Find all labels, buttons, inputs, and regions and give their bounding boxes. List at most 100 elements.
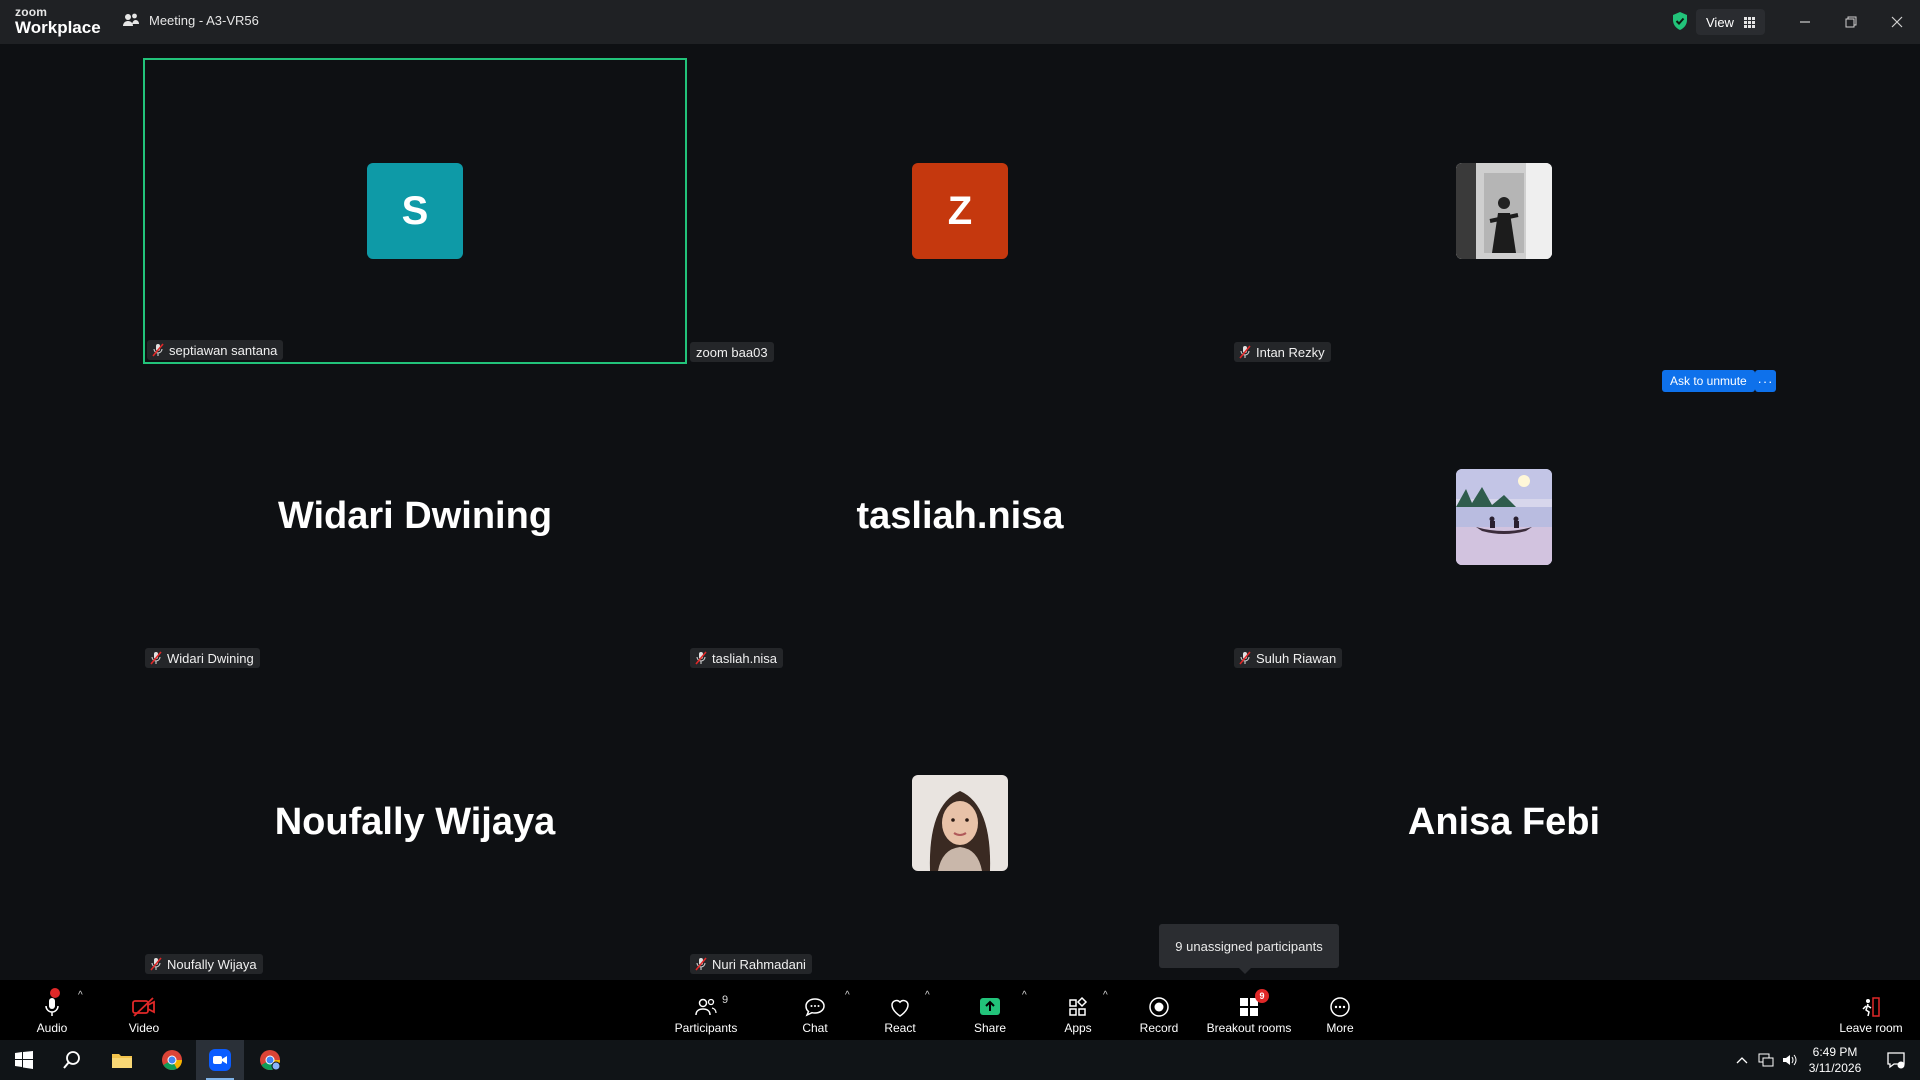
avatar: Z: [912, 163, 1008, 259]
name-tag-label: Suluh Riawan: [1256, 650, 1337, 666]
name-tag: Intan Rezky: [1234, 342, 1331, 362]
video-button[interactable]: Video: [122, 980, 166, 1040]
zoom-taskbar-icon[interactable]: [196, 1040, 244, 1080]
share-options-chevron-icon[interactable]: ^: [1022, 990, 1027, 1001]
breakout-count-badge: 9: [1255, 989, 1269, 1003]
react-button[interactable]: React: [880, 980, 920, 1040]
chat-label: Chat: [802, 1021, 828, 1035]
clock-time: 6:49 PM: [1812, 1045, 1858, 1059]
muted-mic-icon: [1239, 345, 1251, 359]
record-button[interactable]: Record: [1138, 980, 1180, 1040]
notification-center-icon[interactable]: [1872, 1040, 1920, 1080]
chrome-icon[interactable]: [148, 1040, 196, 1080]
name-tag-label: septiawan santana: [169, 342, 278, 358]
share-button[interactable]: Share: [970, 980, 1010, 1040]
more-label: More: [1326, 1021, 1354, 1035]
heart-icon: [891, 999, 909, 1017]
bw-portrait-photo: [1456, 163, 1552, 259]
chrome-profile-icon[interactable]: [246, 1040, 294, 1080]
windows-start-icon[interactable]: [0, 1040, 48, 1080]
name-tag: Widari Dwining: [145, 648, 260, 668]
name-tag-label: Widari Dwining: [167, 650, 254, 666]
display-name: Noufally Wijaya: [274, 801, 556, 843]
name-tag: septiawan santana: [147, 340, 284, 360]
muted-mic-icon: [150, 957, 162, 971]
record-icon: [1149, 997, 1169, 1017]
shield-check-icon[interactable]: [1671, 11, 1689, 31]
name-tag: Suluh Riawan: [1234, 648, 1343, 668]
meeting-info[interactable]: Meeting - A3-VR56: [122, 11, 259, 29]
chat-button[interactable]: Chat: [795, 980, 835, 1040]
view-label: View: [1706, 14, 1734, 30]
share-label: Share: [973, 1021, 1007, 1035]
restore-icon[interactable]: [1839, 10, 1863, 34]
logo-line1: zoom: [15, 5, 48, 19]
apps-icon: [1069, 996, 1088, 1016]
tile-more-button[interactable]: ···: [1755, 370, 1776, 392]
apps-label: Apps: [1064, 1021, 1092, 1035]
mic-alert-badge: [50, 988, 60, 998]
muted-mic-icon: [1239, 651, 1251, 665]
participant-tile-nuri[interactable]: Nuri Rahmadani: [688, 670, 1232, 976]
meeting-title: Meeting - A3-VR56: [149, 12, 259, 28]
more-icon: [1330, 997, 1350, 1017]
file-explorer-icon[interactable]: [98, 1040, 146, 1080]
lake-canoe-photo: [1456, 469, 1552, 565]
windows-taskbar: 6:49 PM 3/11/2026: [0, 1040, 1920, 1080]
react-label: React: [884, 1021, 916, 1035]
video-label: Video: [128, 1021, 160, 1035]
close-icon[interactable]: [1885, 10, 1909, 34]
title-bar: zoom Workplace Meeting - A3-VR56 View: [0, 0, 1920, 44]
name-tag-label: Noufally Wijaya: [167, 956, 257, 972]
grid-icon: [1743, 16, 1755, 28]
muted-mic-icon: [695, 651, 707, 665]
leave-room-button[interactable]: Leave room: [1836, 980, 1906, 1040]
breakout-rooms-button[interactable]: Breakout rooms 9: [1205, 980, 1293, 1040]
participants-label: Participants: [674, 1021, 738, 1035]
name-tag-label: zoom baa03: [696, 344, 768, 360]
participant-tile-noufally[interactable]: Noufally Wijaya Noufally Wijaya: [143, 670, 687, 976]
network-icon[interactable]: [1754, 1040, 1778, 1080]
apps-options-chevron-icon[interactable]: ^: [1103, 990, 1108, 1001]
participant-tile-suluh[interactable]: Suluh Riawan: [1232, 364, 1776, 670]
display-name: Anisa Febi: [1407, 801, 1601, 843]
name-tag: tasliah.nisa: [690, 648, 784, 668]
audio-options-chevron-icon[interactable]: ^: [78, 990, 83, 1001]
participants-count: 9: [722, 994, 729, 1006]
ask-to-unmute-button[interactable]: Ask to unmute: [1662, 370, 1755, 392]
more-button[interactable]: More: [1320, 980, 1360, 1040]
breakout-label: Breakout rooms: [1206, 1021, 1292, 1035]
minimize-icon[interactable]: [1793, 10, 1817, 34]
record-label: Record: [1139, 1021, 1179, 1035]
chat-options-chevron-icon[interactable]: ^: [845, 990, 850, 1001]
logo-line2: Workplace: [15, 18, 101, 37]
search-icon[interactable]: [48, 1040, 96, 1080]
tray-chevron-icon[interactable]: [1730, 1040, 1754, 1080]
participants-button[interactable]: Participants 9: [670, 980, 742, 1040]
audio-button[interactable]: Audio: [30, 980, 74, 1040]
avatar-initial: Z: [947, 188, 973, 233]
profile-photo: [1456, 469, 1552, 565]
participant-tile-intan[interactable]: Intan Rezky: [1232, 58, 1776, 364]
meeting-info-icon: [123, 13, 139, 26]
participant-tile-zoom-baa03[interactable]: Z zoom baa03: [688, 58, 1232, 364]
profile-photo: [1456, 163, 1552, 259]
participant-tile-tasliah[interactable]: tasliah.nisa tasliah.nisa: [688, 364, 1232, 670]
participants-icon: [695, 998, 717, 1016]
name-tag-label: Nuri Rahmadani: [712, 956, 806, 972]
view-button[interactable]: View: [1696, 9, 1765, 35]
participant-tile-septiawan[interactable]: S septiawan santana: [143, 58, 687, 364]
clock-date: 3/11/2026: [1808, 1061, 1862, 1075]
leave-label: Leave room: [1839, 1021, 1903, 1035]
avatar: S: [367, 163, 463, 259]
participant-tile-widari[interactable]: Widari Dwining Widari Dwining: [143, 364, 687, 670]
taskbar-clock[interactable]: 6:49 PM 3/11/2026: [1800, 1044, 1870, 1076]
video-off-icon: [132, 997, 155, 1017]
muted-mic-icon: [150, 651, 162, 665]
volume-icon[interactable]: [1778, 1040, 1802, 1080]
audio-label: Audio: [36, 1021, 68, 1035]
name-tag-label: tasliah.nisa: [712, 650, 778, 666]
display-name: tasliah.nisa: [856, 495, 1064, 537]
apps-button[interactable]: Apps: [1058, 980, 1098, 1040]
react-options-chevron-icon[interactable]: ^: [925, 990, 930, 1001]
